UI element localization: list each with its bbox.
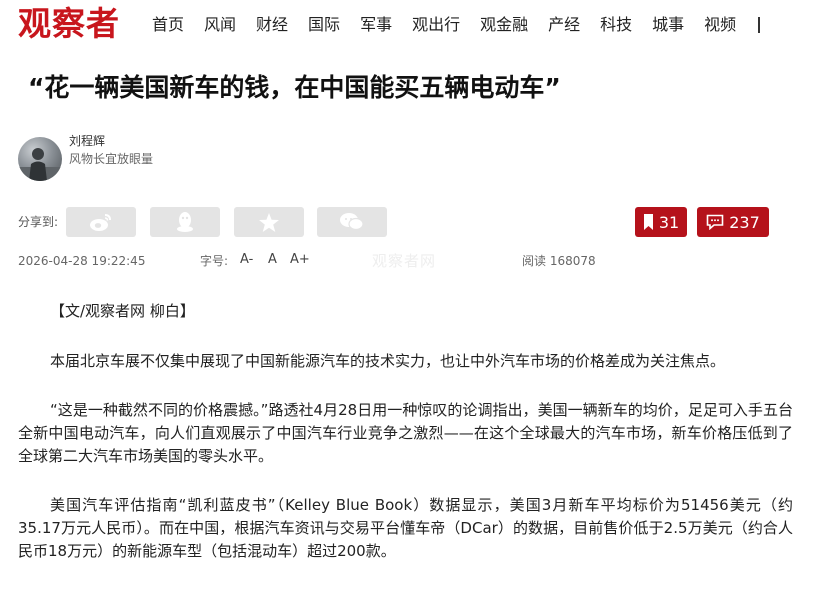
font-size-label: 字号: xyxy=(200,254,229,268)
watermark: 观察者网 xyxy=(372,252,437,270)
nav-item-city[interactable]: 城事 xyxy=(652,14,684,36)
nav-item-finance[interactable]: 财经 xyxy=(256,14,288,36)
nav-item-banking[interactable]: 观金融 xyxy=(480,14,528,36)
author-avatar[interactable] xyxy=(18,137,62,181)
comment-button[interactable]: 237 xyxy=(697,207,769,237)
nav-item-industry[interactable]: 产经 xyxy=(548,14,580,36)
font-smaller-button[interactable]: A- xyxy=(240,252,253,268)
qzone-star-icon xyxy=(259,212,279,232)
nav-item-home[interactable]: 首页 xyxy=(152,14,184,36)
comments-count: 237 xyxy=(729,212,760,232)
read-count: 阅读 168078 xyxy=(522,254,596,268)
font-normal-button[interactable]: A xyxy=(268,252,277,268)
share-qzone-button[interactable] xyxy=(234,207,304,237)
nav-separator xyxy=(758,17,761,33)
share-wechat-button[interactable] xyxy=(317,207,387,237)
nav-item-international[interactable]: 国际 xyxy=(308,14,340,36)
article-paragraph: 本届北京车展不仅集中展现了中国新能源汽车的技术实力，也让中外汽车市场的价格差成为… xyxy=(50,352,726,370)
weibo-icon xyxy=(90,214,111,231)
wechat-icon xyxy=(340,213,364,231)
nav-item-video[interactable]: 视频 xyxy=(704,14,736,36)
main-nav: 首页 风闻 财经 国际 军事 观出行 观金融 产经 科技 城事 视频 xyxy=(152,14,761,36)
nav-item-mobility[interactable]: 观出行 xyxy=(412,14,460,36)
author-name[interactable]: 刘程辉 xyxy=(69,133,105,149)
nav-item-fengwen[interactable]: 风闻 xyxy=(204,14,236,36)
bookmark-icon xyxy=(643,214,653,230)
article-paragraph: 美国汽车评估指南“凯利蓝皮书”（Kelley Blue Book）数据显示，美国… xyxy=(18,496,793,560)
nav-item-military[interactable]: 军事 xyxy=(360,14,392,36)
site-logo[interactable]: 观察者 xyxy=(18,4,120,44)
share-weibo-button[interactable] xyxy=(66,207,136,237)
share-label: 分享到: xyxy=(18,215,59,229)
comment-icon xyxy=(706,214,724,230)
qq-icon xyxy=(177,212,193,232)
favorites-count: 31 xyxy=(658,212,680,232)
article-title: “花一辆美国新车的钱，在中国能买五辆电动车” xyxy=(28,73,561,102)
article-paragraph: “这是一种截然不同的价格震撼。”路透社4月28日用一种惊叹的论调指出，美国一辆新… xyxy=(18,401,793,465)
nav-item-tech[interactable]: 科技 xyxy=(600,14,632,36)
favorite-button[interactable]: 31 xyxy=(635,207,687,237)
article-body: 【文/观察者网 柳白】 本届北京车展不仅集中展现了中国新能源汽车的技术实力，也让… xyxy=(18,300,793,589)
font-larger-button[interactable]: A+ xyxy=(290,252,310,268)
author-title: 风物长宜放眼量 xyxy=(69,152,154,166)
share-qq-button[interactable] xyxy=(150,207,220,237)
publish-date: 2026-04-28 19:22:45 xyxy=(18,254,146,268)
byline-paragraph: 【文/观察者网 柳白】 xyxy=(50,302,195,320)
